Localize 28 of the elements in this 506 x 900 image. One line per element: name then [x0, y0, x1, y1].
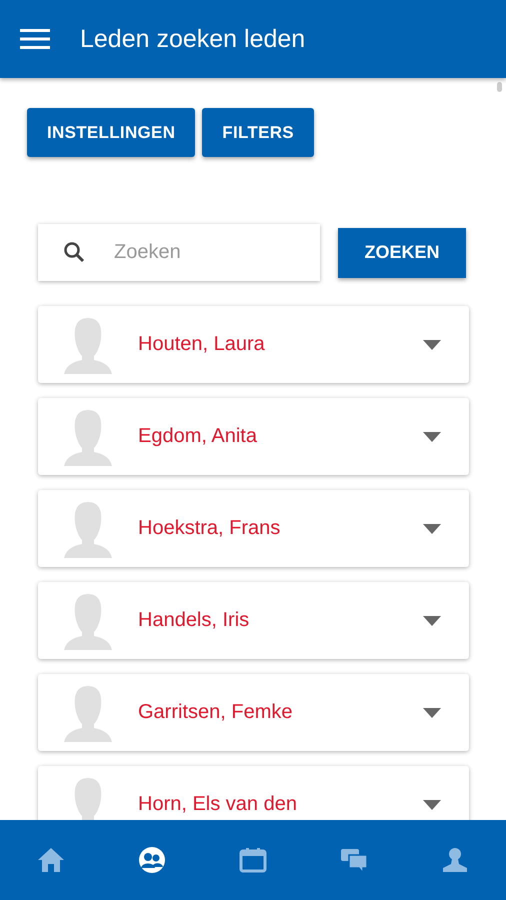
member-card[interactable]: Egdom, Anita — [38, 398, 469, 475]
member-card[interactable]: Houten, Laura — [38, 306, 469, 383]
caret-icon[interactable] — [423, 708, 441, 718]
member-card[interactable]: Garritsen, Femke — [38, 674, 469, 751]
home-icon — [36, 845, 66, 875]
action-button[interactable]: INSTELLINGEN — [27, 108, 196, 157]
caret-icon[interactable] — [423, 800, 441, 810]
caret-icon[interactable] — [423, 432, 441, 442]
caret-icon[interactable] — [423, 616, 441, 626]
member-card[interactable]: Handels, Iris — [38, 582, 469, 659]
people-icon — [136, 845, 167, 875]
member-name: Hoekstra, Frans — [138, 517, 282, 540]
caret-icon[interactable] — [423, 524, 441, 534]
member-name: Garritsen, Femke — [138, 701, 294, 724]
caret-icon[interactable] — [423, 340, 441, 350]
member-name: Houten, Laura — [138, 333, 266, 356]
action-button[interactable]: FILTERS — [202, 108, 314, 157]
menu-icon[interactable] — [20, 28, 50, 50]
calendar-icon — [238, 845, 268, 875]
search-button[interactable]: ZOEKEN — [338, 228, 466, 278]
scroll-thumb[interactable] — [497, 82, 502, 92]
member-card[interactable]: Horn, Els van den — [38, 766, 469, 820]
member-name: Egdom, Anita — [138, 425, 258, 448]
member-name: Horn, Els van den — [138, 793, 298, 816]
search-field[interactable]: Zoeken — [38, 224, 320, 281]
member-card[interactable]: Hoekstra, Frans — [38, 490, 469, 567]
page-title: Leden zoeken leden — [80, 24, 306, 54]
member-name: Handels, Iris — [138, 609, 250, 632]
